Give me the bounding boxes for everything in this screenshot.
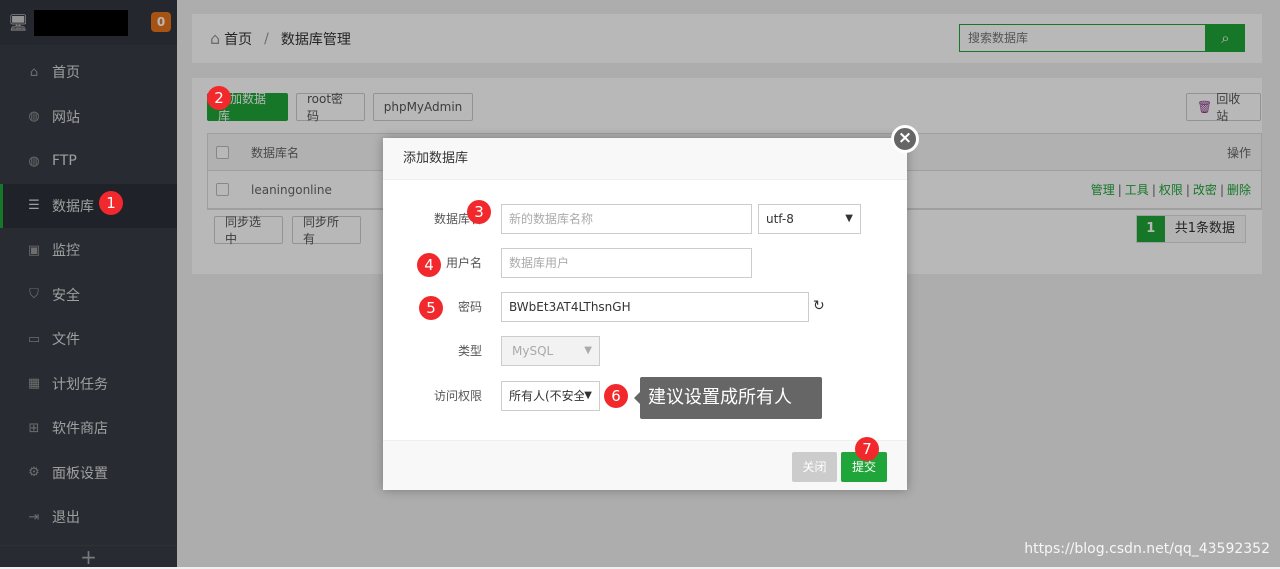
- annotation-3: 3: [467, 200, 491, 224]
- charset-value: utf-8: [766, 212, 794, 226]
- refresh-icon[interactable]: ↻: [813, 298, 825, 314]
- watermark: https://blog.csdn.net/qq_43592352: [1024, 541, 1270, 557]
- db-name-input[interactable]: 新的数据库名称: [501, 204, 752, 234]
- annotation-tooltip: 建议设置成所有人: [634, 377, 822, 419]
- annotation-5: 5: [419, 296, 443, 320]
- chevron-down-icon: ▼: [845, 213, 853, 224]
- add-database-dialog: 添加数据库 数据库名 新的数据库名称 utf-8 ▼ 用户名 数据库用户 密码 B…: [383, 138, 907, 490]
- annotation-2: 2: [207, 86, 231, 110]
- annotation-4: 4: [417, 253, 441, 277]
- access-select[interactable]: 所有人(不安全) ▼: [501, 381, 600, 411]
- access-value: 所有人(不安全): [509, 389, 591, 403]
- type-select[interactable]: MySQL ▼: [501, 336, 600, 366]
- type-label: 类型: [457, 344, 482, 358]
- annotation-7: 7: [855, 437, 879, 461]
- dialog-footer: 关闭 提交: [383, 440, 907, 490]
- password-input[interactable]: BWbEt3AT4LThsnGH: [501, 292, 809, 322]
- password-label: 密码: [457, 300, 482, 314]
- dialog-title: 添加数据库: [383, 138, 907, 180]
- close-button[interactable]: 关闭: [792, 452, 837, 482]
- username-label: 用户名: [445, 256, 482, 270]
- access-label: 访问权限: [433, 389, 482, 403]
- type-value: MySQL: [512, 344, 554, 358]
- username-input[interactable]: 数据库用户: [501, 248, 752, 278]
- charset-select[interactable]: utf-8 ▼: [758, 204, 861, 234]
- chevron-down-icon: ▼: [584, 382, 592, 410]
- annotation-6: 6: [604, 384, 628, 408]
- annotation-1: 1: [99, 191, 123, 215]
- chevron-down-icon: ▼: [584, 345, 592, 356]
- close-icon[interactable]: ×: [891, 125, 919, 153]
